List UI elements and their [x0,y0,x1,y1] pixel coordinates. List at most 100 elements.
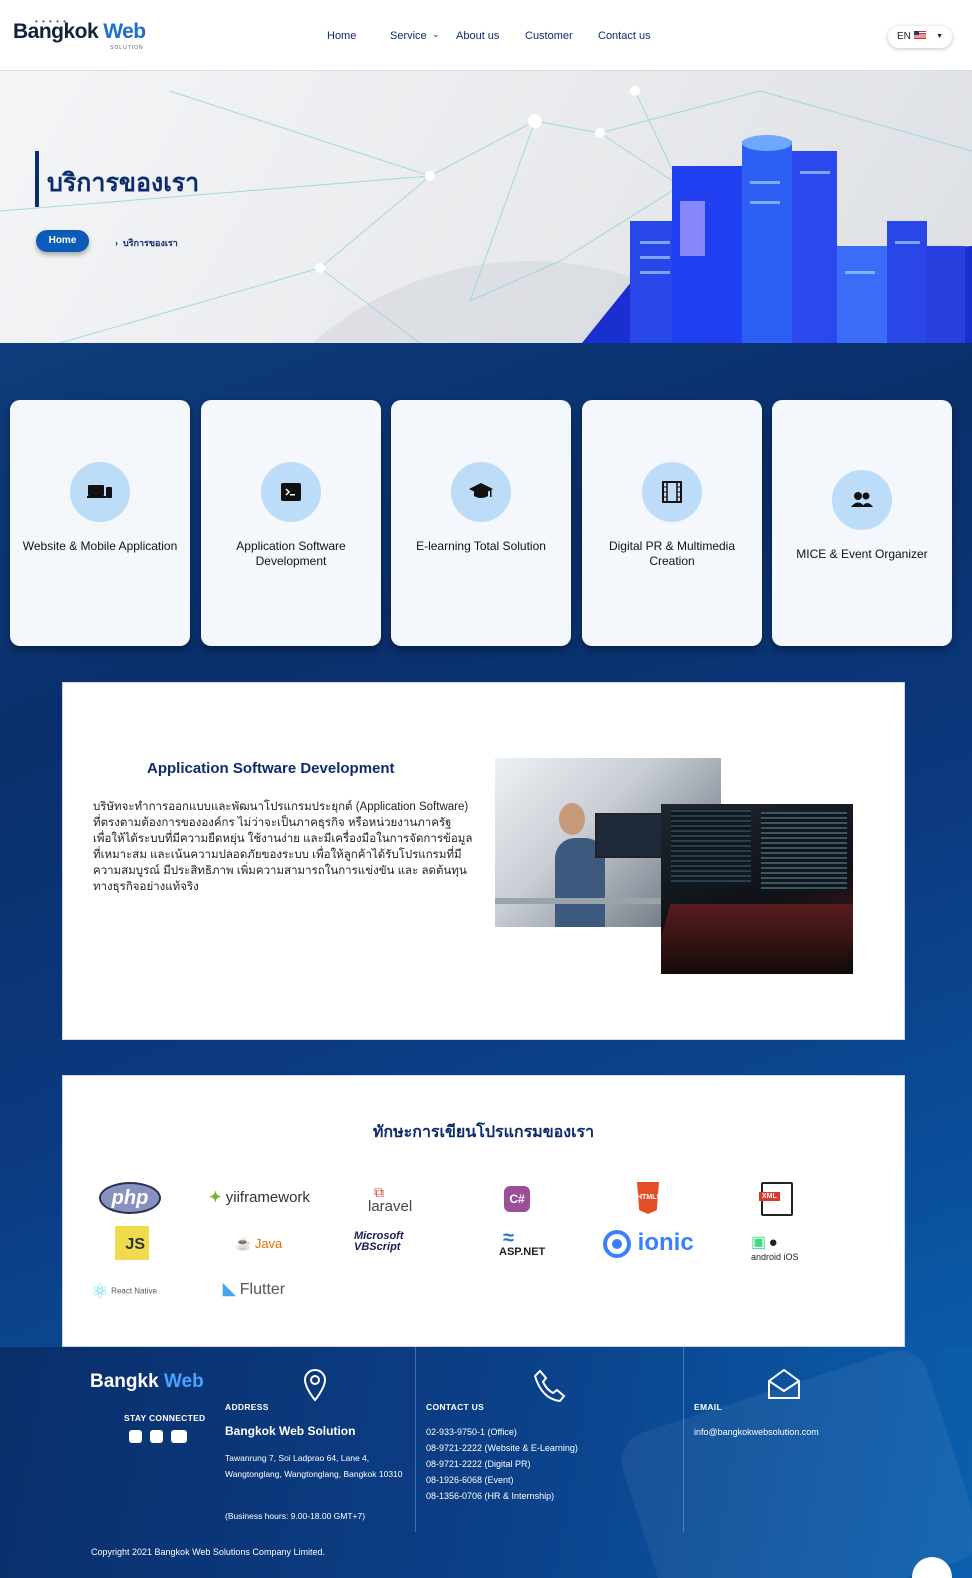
email-heading: EMAIL [694,1402,722,1412]
service-card-label: Application Software Development [236,539,346,568]
service-card-app-software[interactable]: Application Software Development [201,400,381,646]
service-icon-circle [832,470,892,530]
ionic-logo: ionic [603,1229,694,1258]
service-icon-circle [70,462,130,522]
java-logo: ☕ Java [235,1236,282,1252]
service-card-mice[interactable]: MICE & Event Organizer [772,400,952,646]
footer-divider [683,1347,684,1532]
android-ios-label: android iOS [751,1252,799,1262]
us-flag-icon [913,31,926,39]
service-icon-circle [451,462,511,522]
site-header: • • • • • Bangkok Web SOLUTION Home Servi… [0,0,972,71]
phone-event[interactable]: 08-1926-6068 (Event) [426,1472,578,1488]
hero-banner: บริการของเรา Home › บริการของเรา [0,71,972,343]
service-icon-circle [261,462,321,522]
service-card-website-mobile[interactable]: Website & Mobile Application [10,400,190,646]
company-name: Bangkok Web Solution [225,1424,356,1438]
xml-file-logo: XML [759,1182,793,1216]
android-icon: ▣ [751,1234,767,1251]
react-atom-icon: ⚛ [91,1281,109,1303]
footer-divider [415,1347,416,1532]
envelope-icon [768,1368,800,1399]
chevron-down-icon[interactable]: ⌄ [432,29,440,40]
language-selector[interactable]: EN ▼ [888,26,952,48]
javascript-logo: JS [115,1226,149,1260]
flutter-logo: ◣ Flutter [223,1279,285,1299]
line-icon[interactable] [129,1430,142,1443]
brand-logo[interactable]: • • • • • Bangkok Web SOLUTION [13,17,146,51]
ionic-ring-icon [603,1229,631,1258]
react-native-label: React Native [111,1286,157,1296]
yiiframework-logo: ✦ yiiframework [209,1188,310,1206]
map-pin-icon [303,1368,327,1402]
network-background-illustration [0,86,972,343]
service-card-label: MICE & Event Organizer [796,547,928,561]
aspnet-logo: ≈ ASP.NET [499,1227,545,1258]
ionic-label: ionic [637,1229,694,1256]
php-logo: php [99,1182,161,1214]
breadcrumb: › บริการของเรา [115,236,178,250]
breadcrumb-current: บริการของเรา [123,238,178,248]
nav-home[interactable]: Home [327,30,356,42]
laravel-icon: ⧉ [374,1184,384,1200]
logo-subtitle: SOLUTION [110,45,144,51]
terminal-icon [281,483,301,501]
service-card-elearning[interactable]: E-learning Total Solution [391,400,571,646]
service-detail-title: Application Software Development [147,760,395,777]
page-title: บริการของเรา [47,169,200,197]
service-card-label: Digital PR & Multimedia Creation [608,539,736,568]
footer-logo-accent: Web [163,1371,204,1392]
users-icon [851,492,873,507]
xml-label: XML [759,1192,780,1201]
copyright: Copyright 2021 Bangkok Web Solutions Com… [91,1547,325,1557]
chevron-right-icon: › [115,238,123,248]
nav-customer[interactable]: Customer [525,30,573,42]
phone-list: 02-933-9750-1 (Office) 08-9721-2222 (Web… [426,1424,578,1504]
skills-title: ทักษะการเขียนโปรแกรมของเรา [372,1124,595,1141]
apple-icon: ● [768,1234,778,1251]
film-icon [662,481,682,503]
nav-about[interactable]: About us [456,30,499,42]
phone-icon [533,1369,566,1403]
nav-contact[interactable]: Contact us [598,30,651,42]
footer-logo-mid: k [148,1371,159,1392]
company-address: Tawanrung 7, Soi Ladprao 64, Lane 4, Wan… [225,1453,403,1479]
vbscript-logo: Microsoft VBScript [354,1230,404,1253]
phone-website-elearning[interactable]: 08-9721-2222 (Website & E-Learning) [426,1440,578,1456]
stay-connected-label: STAY CONNECTED [124,1413,206,1423]
youtube-icon[interactable] [171,1430,187,1443]
footer-logo[interactable]: Bangkk Web [90,1371,204,1393]
facebook-icon[interactable] [150,1430,163,1443]
logo-text-accent: Web [103,20,146,43]
laptop-mobile-icon [87,485,112,498]
service-icon-circle [642,462,702,522]
flutter-icon: ◣ [223,1281,236,1298]
contact-heading: CONTACT US [426,1402,485,1412]
flutter-label: Flutter [239,1281,286,1298]
csharp-logo: C# [504,1186,530,1212]
programming-skills-section: ทักษะการเขียนโปรแกรมของเรา php ✦ yiifram… [62,1075,905,1347]
code-keyboard-photo [661,804,853,974]
phone-office[interactable]: 02-933-9750-1 (Office) [426,1424,578,1440]
aspnet-icon: ≈ [503,1227,514,1249]
title-accent-bar [35,151,39,207]
email-link[interactable]: info@bangkokwebsolution.com [694,1424,819,1440]
service-card-label: E-learning Total Solution [416,539,546,553]
service-detail-panel: Application Software Development บริษัทจ… [62,682,905,1040]
social-links [129,1430,195,1448]
laravel-logo: ⧉ laravel [368,1184,412,1215]
breadcrumb-home-button[interactable]: Home [36,230,89,252]
graduation-cap-icon [469,483,493,498]
site-footer: Bangkk Web STAY CONNECTED ADDRESS Bangko… [0,1347,972,1578]
phone-digital-pr[interactable]: 08-9721-2222 (Digital PR) [426,1456,578,1472]
business-hours: (Business hours: 9.00-18.00 GMT+7) [225,1511,366,1521]
nav-service[interactable]: Service [390,30,427,42]
service-card-digital-pr[interactable]: Digital PR & Multimedia Creation [582,400,762,646]
service-detail-description: บริษัทจะทำการออกแบบและพัฒนาโปรแกรมประยุก… [93,801,473,893]
page: • • • • • Bangkok Web SOLUTION Home Servi… [0,0,972,1578]
footer-logo-main: Bangk [90,1371,149,1392]
phone-hr[interactable]: 08-1356-0706 (HR & Internship) [426,1488,578,1504]
language-code: EN [897,31,911,42]
yiiframework-label: yiiframework [225,1189,310,1206]
java-label: Java [254,1236,283,1251]
